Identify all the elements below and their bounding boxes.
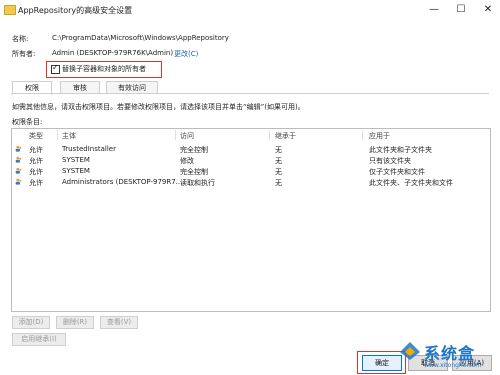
entries-label: 权限条目:	[12, 118, 43, 126]
column-divider	[269, 130, 270, 140]
column-header-principal[interactable]: 主体	[62, 131, 76, 141]
replace-owner-checkbox[interactable]: ✓ 替换子容器和对象的所有者	[46, 61, 162, 78]
watermark-url: www.xitonghe.com	[424, 362, 482, 369]
name-value: C:\ProgramData\Microsoft\Windows\AppRepo…	[52, 34, 229, 42]
cell-type: 允许	[29, 168, 43, 176]
view-button[interactable]: 查看(V)	[100, 316, 138, 329]
column-header-applies[interactable]: 应用于	[369, 131, 390, 141]
user-group-icon	[15, 178, 22, 185]
cell-type: 允许	[29, 157, 43, 165]
title-bar: AppRepository的高级安全设置 — ☐ ✕	[0, 0, 500, 22]
cell-inherited: 无	[275, 179, 282, 187]
cell-applies: 此文件夹和子文件夹	[369, 146, 432, 154]
column-header-type[interactable]: 类型	[29, 131, 43, 141]
cell-access: 完全控制	[180, 168, 208, 176]
maximize-button[interactable]: ☐	[447, 0, 475, 20]
add-button[interactable]: 添加(D)	[12, 316, 50, 329]
ok-button[interactable]: 确定	[362, 355, 402, 371]
cell-principal: TrustedInstaller	[62, 145, 116, 153]
window-title: AppRepository的高级安全设置	[18, 6, 133, 15]
folder-icon	[4, 5, 16, 15]
cell-inherited: 无	[275, 157, 282, 165]
watermark-brand: 系统盒	[424, 344, 476, 363]
cell-type: 允许	[29, 179, 43, 187]
table-row[interactable]: 允许 SYSTEM 修改 无 只有该文件夹	[12, 155, 490, 166]
cell-access: 读取和执行	[180, 179, 215, 187]
column-divider	[362, 130, 363, 140]
user-group-icon	[15, 156, 22, 163]
permission-entries-list[interactable]: 类型 主体 访问 继承于 应用于 允许 TrustedInstaller 完全控…	[11, 128, 491, 312]
cell-applies: 只有该文件夹	[369, 157, 411, 165]
cell-applies: 此文件夹、子文件夹和文件	[369, 179, 453, 187]
minimize-button[interactable]: —	[420, 0, 448, 20]
column-divider	[57, 130, 58, 140]
table-row[interactable]: 允许 SYSTEM 完全控制 无 仅子文件夹和文件	[12, 166, 490, 177]
cell-access: 完全控制	[180, 146, 208, 154]
hint-text: 如需其他信息，请双击权限项目。若要修改权限项目，请选择该项目并单击“编辑”(如果…	[12, 103, 305, 111]
cell-access: 修改	[180, 157, 194, 165]
column-divider	[175, 130, 176, 140]
cell-applies: 仅子文件夹和文件	[369, 168, 425, 176]
table-row[interactable]: 允许 Administrators (DESKTOP-979R7... 读取和执…	[12, 177, 490, 188]
close-button[interactable]: ✕	[474, 0, 500, 20]
owner-value: Admin (DESKTOP-979R76K\Admin)	[52, 49, 174, 57]
tab-divider	[11, 93, 489, 94]
change-owner-link[interactable]: 更改(C)	[174, 49, 198, 59]
user-group-icon	[15, 145, 22, 152]
watermark-logo-icon	[400, 342, 420, 360]
table-row[interactable]: 允许 TrustedInstaller 完全控制 无 此文件夹和子文件夹	[12, 144, 490, 155]
cell-principal: SYSTEM	[62, 156, 90, 164]
cell-inherited: 无	[275, 146, 282, 154]
enable-inheritance-button[interactable]: 启用继承(I)	[12, 333, 66, 346]
cell-principal: Administrators (DESKTOP-979R7...	[62, 178, 183, 186]
cell-type: 允许	[29, 146, 43, 154]
checkbox-box[interactable]: ✓	[51, 63, 60, 74]
cell-inherited: 无	[275, 168, 282, 176]
checkmark-icon: ✓	[52, 63, 59, 72]
cell-principal: SYSTEM	[62, 167, 90, 175]
user-group-icon	[15, 167, 22, 174]
column-header-access[interactable]: 访问	[180, 131, 194, 141]
replace-owner-label: 替换子容器和对象的所有者	[62, 65, 146, 73]
name-label: 名称:	[12, 35, 29, 43]
remove-button[interactable]: 删除(R)	[56, 316, 94, 329]
column-header-inherited[interactable]: 继承于	[275, 131, 296, 141]
owner-label: 所有者:	[12, 50, 36, 58]
